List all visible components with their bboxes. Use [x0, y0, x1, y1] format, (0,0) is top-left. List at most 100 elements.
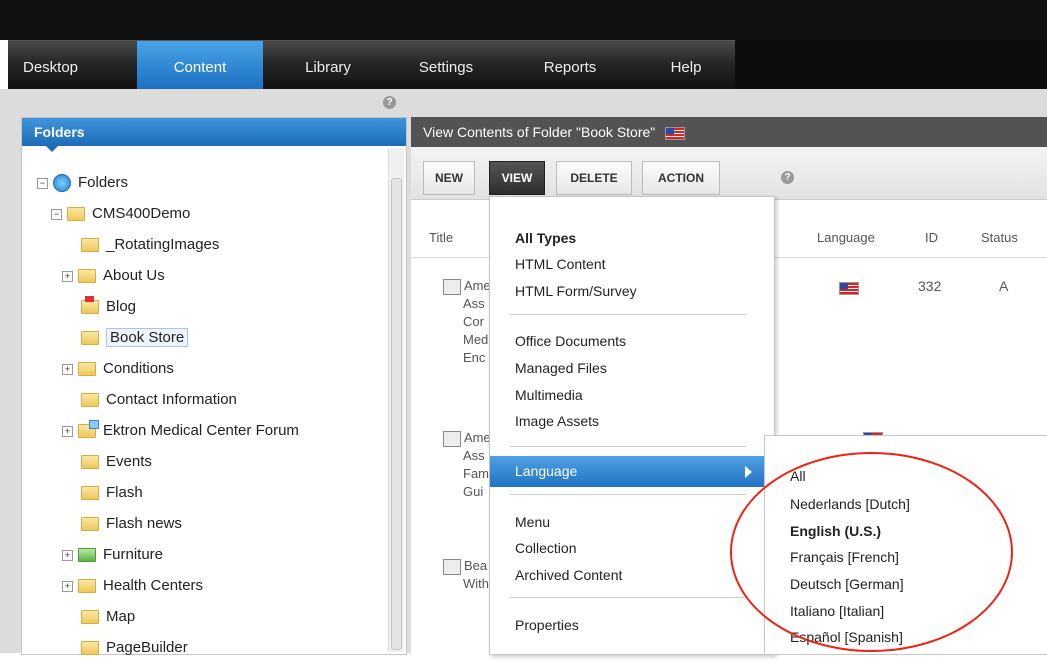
tab-reports[interactable]: Reports: [530, 41, 610, 90]
tree-item-label: Conditions: [103, 360, 174, 377]
menu-item-collection[interactable]: Collection: [515, 540, 576, 556]
globe-icon: [53, 174, 71, 193]
tab-library[interactable]: Library: [288, 41, 368, 90]
expand-icon[interactable]: +: [62, 549, 73, 561]
tree-item-label: Blog: [106, 298, 137, 315]
collapse-icon[interactable]: −: [51, 208, 62, 220]
tree-item[interactable]: − Folders: [37, 170, 128, 196]
tree-item[interactable]: + About Us: [62, 263, 165, 289]
collapse-icon[interactable]: −: [37, 177, 48, 189]
menu-item-all-types[interactable]: All Types: [515, 230, 576, 246]
catalog-folder-icon: [78, 548, 96, 563]
menu-item-language[interactable]: Language: [490, 456, 774, 487]
row-status: A: [999, 278, 1009, 294]
help-icon[interactable]: ?: [383, 96, 396, 109]
document-icon: [443, 558, 461, 575]
folder-icon: [78, 269, 96, 284]
language-option-french[interactable]: Français [French]: [790, 549, 899, 565]
tree-item-label: _RotatingImages: [106, 236, 220, 253]
content-toolbar: NEW VIEW DELETE ACTION ?: [411, 147, 1047, 200]
content-header: View Contents of Folder "Book Store": [411, 117, 1047, 147]
view-button[interactable]: VIEW: [489, 161, 545, 195]
tree-item-label: About Us: [103, 267, 165, 284]
tree-item-label: PageBuilder: [106, 639, 188, 656]
menu-item-managed-files[interactable]: Managed Files: [515, 360, 607, 376]
us-flag-icon: [665, 126, 686, 140]
top-bar: [0, 0, 1047, 40]
language-option-spanish[interactable]: Español [Spanish]: [790, 629, 903, 645]
expand-icon[interactable]: +: [62, 270, 73, 282]
folder-icon: [78, 579, 96, 594]
scrollbar-thumb[interactable]: [391, 178, 402, 650]
tree-item[interactable]: Book Store: [81, 325, 189, 351]
menu-separator: [510, 446, 746, 447]
table-row-title[interactable]: Ame Ass Fam Gui: [443, 429, 491, 501]
menu-item-menu[interactable]: Menu: [515, 514, 550, 530]
main-nav: Desktop Content Library Settings Reports…: [8, 40, 735, 90]
document-icon: [443, 430, 461, 447]
tree-item[interactable]: Contact Information: [81, 387, 237, 413]
delete-button[interactable]: DELETE: [556, 161, 632, 195]
tree-item[interactable]: + Furniture: [62, 542, 163, 568]
column-status[interactable]: Status: [981, 230, 1018, 245]
folder-icon: [81, 517, 99, 532]
tree-item[interactable]: Flash: [81, 480, 143, 506]
nav-filler: [735, 40, 1047, 89]
folders-panel: Folders − Folders − CMS400Demo _RotatingImag…: [21, 117, 407, 656]
content-header-title: View Contents of Folder "Book Store": [423, 124, 656, 140]
language-option-german[interactable]: Deutsch [German]: [790, 576, 904, 592]
column-language[interactable]: Language: [817, 230, 875, 245]
menu-item-office-documents[interactable]: Office Documents: [515, 333, 626, 349]
expand-icon[interactable]: +: [62, 363, 73, 375]
language-option-dutch[interactable]: Nederlands [Dutch]: [790, 496, 910, 512]
expand-icon[interactable]: +: [62, 425, 73, 437]
tab-help[interactable]: Help: [656, 41, 716, 90]
tree-item[interactable]: + Ektron Medical Center Forum: [62, 418, 299, 444]
tree-item[interactable]: PageBuilder: [81, 635, 188, 661]
tree-item[interactable]: Events: [81, 449, 152, 475]
action-button[interactable]: ACTION: [642, 161, 720, 195]
tree-item-label: Flash: [106, 484, 143, 501]
us-flag-icon: [839, 281, 859, 295]
tab-desktop[interactable]: Desktop: [8, 41, 93, 90]
tree-item-label: Map: [106, 608, 136, 625]
tree-item[interactable]: _RotatingImages: [81, 232, 219, 258]
help-icon[interactable]: ?: [781, 171, 794, 184]
menu-item-html-form[interactable]: HTML Form/Survey: [515, 283, 637, 299]
tab-settings[interactable]: Settings: [406, 41, 486, 90]
language-option-english[interactable]: English (U.S.): [790, 523, 881, 539]
tree-item[interactable]: Blog: [81, 294, 136, 320]
tab-content[interactable]: Content: [137, 41, 263, 90]
tree-item[interactable]: Flash news: [81, 511, 182, 537]
folder-scrollbar[interactable]: [388, 148, 404, 652]
tree-item-label: Book Store: [106, 328, 189, 347]
view-dropdown-menu: All Types HTML Content HTML Form/Survey …: [489, 196, 775, 655]
menu-separator: [510, 314, 746, 315]
tree-item-label: Health Centers: [103, 577, 204, 594]
table-row-title[interactable]: Bea With: [443, 557, 489, 593]
folder-icon: [81, 393, 99, 408]
menu-item-image-assets[interactable]: Image Assets: [515, 413, 599, 429]
document-icon: [443, 278, 461, 295]
language-submenu: All Nederlands [Dutch] English (U.S.) Fr…: [764, 435, 1047, 655]
menu-item-archived-content[interactable]: Archived Content: [515, 567, 622, 583]
folder-open-icon: [67, 207, 85, 222]
column-title[interactable]: Title: [429, 230, 453, 245]
tree-item[interactable]: + Conditions: [62, 356, 174, 382]
tree-item[interactable]: − CMS400Demo: [51, 201, 190, 227]
menu-item-html-content[interactable]: HTML Content: [515, 256, 606, 272]
tree-item-label: Flash news: [106, 515, 182, 532]
new-button[interactable]: NEW: [423, 161, 475, 195]
menu-item-multimedia[interactable]: Multimedia: [515, 387, 583, 403]
column-id[interactable]: ID: [925, 230, 938, 245]
menu-separator: [510, 494, 746, 495]
tree-item[interactable]: Map: [81, 604, 135, 630]
blog-folder-icon: [81, 296, 99, 315]
language-option-italian[interactable]: Italiano [Italian]: [790, 603, 884, 619]
expand-icon[interactable]: +: [62, 580, 73, 592]
language-option-all[interactable]: All: [790, 468, 806, 484]
tree-item[interactable]: + Health Centers: [62, 573, 203, 599]
tree-item-label: Ektron Medical Center Forum: [103, 422, 299, 439]
table-row-title[interactable]: Ame Ass Cor Med Enc: [443, 277, 491, 367]
menu-item-properties[interactable]: Properties: [515, 617, 579, 633]
